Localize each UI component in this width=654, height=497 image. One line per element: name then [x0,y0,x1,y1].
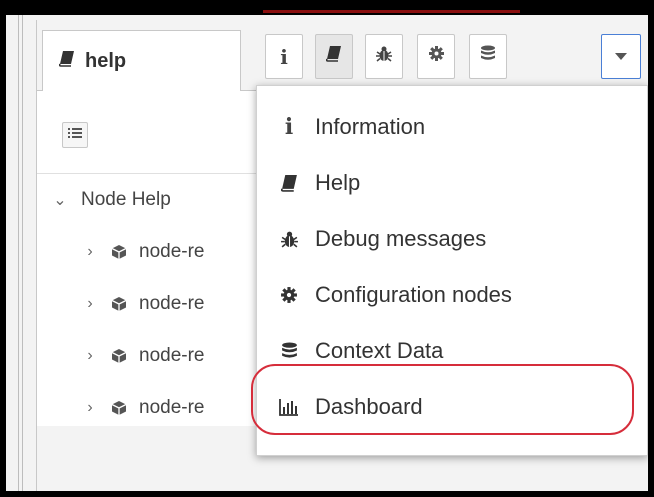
tree-item[interactable]: › node-re [83,393,205,423]
info-icon: i [284,114,294,140]
tree-item[interactable]: › node-re [83,237,205,267]
bug-icon [375,45,393,69]
tree-root-label: Node Help [81,189,171,210]
book-icon [275,174,303,192]
frame-border [0,0,6,497]
help-button[interactable] [315,34,353,79]
tree-root[interactable]: ⌄ Node Help [53,185,171,215]
tab-help-label: help [85,49,127,72]
divider [22,15,23,491]
menu-item-help[interactable]: Help [257,157,649,209]
cube-icon [111,348,127,364]
list-icon [68,126,82,144]
sidebar-tab-bar: help i [37,20,649,91]
book-icon [325,45,342,68]
menu-item-information[interactable]: i Information [257,101,649,153]
menu-item-label: Information [315,114,426,139]
menu-item-label: Help [315,170,361,195]
tree-item-label: node-re [139,293,205,314]
menu-item-label: Configuration nodes [315,282,512,307]
cube-icon [111,296,127,312]
frame-border [0,491,654,497]
menu-item-debug-messages[interactable]: Debug messages [257,213,649,265]
tree-item[interactable]: › node-re [83,341,205,371]
chevron-right-icon: › [87,295,93,312]
chevron-right-icon: › [87,399,93,416]
config-button[interactable] [417,34,455,79]
database-icon [275,342,303,361]
menu-item-label: Debug messages [315,226,487,251]
dashboard-highlight-ring [251,364,634,435]
tree-item-label: node-re [139,241,205,262]
context-button[interactable] [469,34,507,79]
info-icon: i [280,44,288,69]
info-button[interactable]: i [265,34,303,79]
database-icon [480,45,496,69]
cube-icon [111,244,127,260]
toc-toggle-button[interactable] [62,122,88,148]
book-icon [58,50,75,73]
menu-item-label: Context Data [315,338,444,363]
gear-icon [428,45,445,68]
chevron-down-icon: ⌄ [53,192,67,209]
bug-icon [275,230,303,249]
tree-item-label: node-re [139,397,205,418]
cube-icon [111,400,127,416]
divider [18,15,19,491]
gear-icon [275,286,303,304]
tree-item[interactable]: › node-re [83,289,205,319]
tab-help[interactable]: help [42,30,241,91]
chevron-right-icon: › [87,243,93,260]
window-top-bar [0,0,654,15]
tree-item-label: node-re [139,345,205,366]
sidebar-menu-dropdown-button[interactable] [601,34,641,79]
debug-button[interactable] [365,34,403,79]
top-accent-line [263,10,520,13]
caret-down-icon [615,53,627,60]
menu-item-configuration-nodes[interactable]: Configuration nodes [257,269,649,321]
frame-border [648,0,654,497]
chevron-right-icon: › [87,347,93,364]
